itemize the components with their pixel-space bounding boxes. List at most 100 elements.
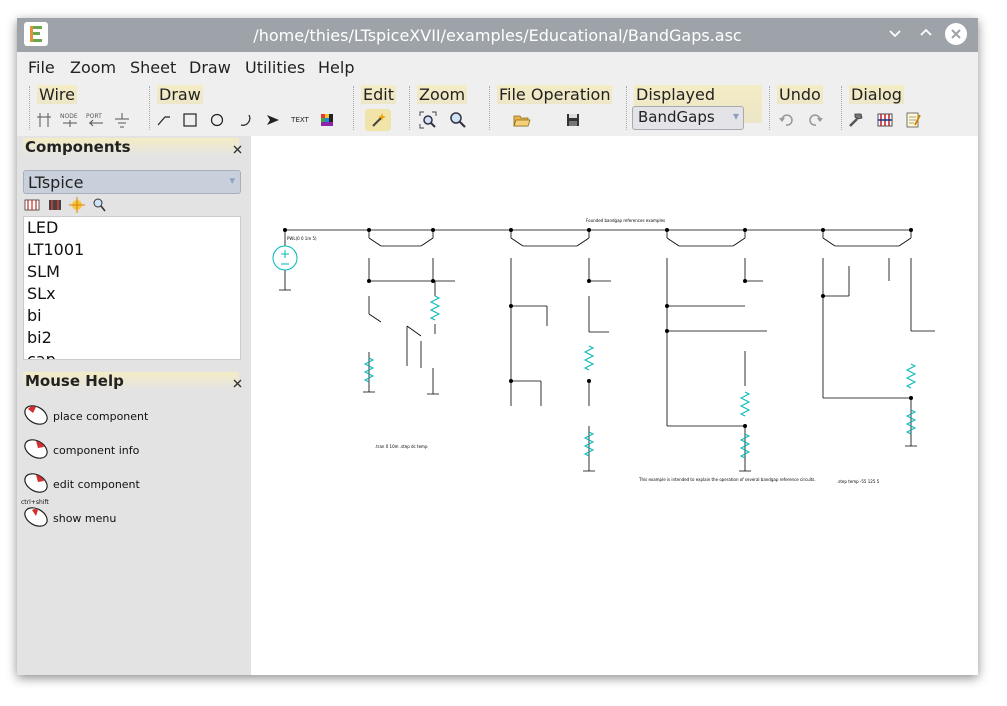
- draw-arrow-button[interactable]: [260, 109, 286, 131]
- draw-arc-button[interactable]: [232, 109, 258, 131]
- list-item[interactable]: SLM: [24, 261, 240, 283]
- mouse-left-click-icon: [24, 405, 48, 425]
- component-list[interactable]: LED LT1001 SLM SLx bi bi2 cap: [23, 216, 241, 360]
- open-folder-icon: [513, 115, 531, 127]
- arc-icon: [240, 114, 251, 126]
- resistor-r1: [363, 357, 375, 383]
- resistor-r2: [429, 295, 441, 321]
- component-library-icon[interactable]: [49, 200, 61, 210]
- menu-sheet[interactable]: Sheet: [130, 58, 176, 77]
- save-icon: [567, 114, 579, 126]
- sheet-select[interactable]: BandGaps ▾: [632, 106, 744, 130]
- simulation-directive-left: .tran 0 10m .step dc temp: [375, 444, 428, 449]
- resistor-r6: [739, 433, 751, 459]
- magic-wand-icon: [372, 113, 386, 127]
- component-dialog-button[interactable]: [872, 109, 898, 131]
- toolbar-group-undo: Undo: [767, 82, 831, 134]
- list-item[interactable]: cap: [24, 349, 240, 359]
- port-button[interactable]: PORT: [83, 109, 109, 131]
- search-component-icon[interactable]: [93, 198, 106, 212]
- toolbar-group-displayed-sheet: Displayed Sheet BandGaps ▾: [624, 82, 762, 134]
- component-icon: [877, 113, 893, 127]
- port-icon: PORT: [86, 113, 103, 127]
- magnifier-icon: [450, 112, 466, 128]
- resistor-r3: [583, 345, 595, 371]
- schematic-canvas[interactable]: Founded bandgap references examples PWL(…: [251, 136, 978, 675]
- minimize-button[interactable]: [883, 23, 907, 47]
- open-file-button[interactable]: [509, 109, 535, 131]
- toolbar-group-wire: Wire NODE PORT: [27, 82, 139, 134]
- toolbar-group-label: Undo: [777, 85, 823, 104]
- add-component-icon[interactable]: [24, 199, 40, 211]
- mouse-help-label: component info: [53, 444, 140, 457]
- toolbar-group-label: Wire: [37, 85, 77, 104]
- edit-wand-button[interactable]: [365, 109, 391, 131]
- save-file-button[interactable]: [560, 109, 586, 131]
- net-label-button[interactable]: NODE: [57, 109, 83, 131]
- hammer-icon: [849, 113, 863, 127]
- ground-button[interactable]: [109, 109, 135, 131]
- toolbar-group-label: File Operation: [497, 85, 613, 104]
- redo-button[interactable]: [803, 109, 829, 131]
- resistor-r5: [739, 391, 751, 417]
- dropdown-arrow-icon: ▾: [229, 174, 235, 187]
- mouse-help-panel-title: Mouse Help: [23, 372, 239, 390]
- mouse-ctrl-right-click-icon: ctrl+shift: [21, 473, 49, 506]
- menu-bar: File Zoom Sheet Draw Utilities Help: [17, 52, 978, 82]
- mouse-help-panel-close-button[interactable]: [233, 378, 242, 391]
- title-bar: /home/thies/LTspiceXVII/examples/Educati…: [17, 18, 978, 52]
- close-icon: [233, 145, 242, 154]
- list-item[interactable]: LT1001: [24, 239, 240, 261]
- components-panel-title: Components: [23, 138, 239, 156]
- draw-text-button[interactable]: TEXT: [287, 109, 313, 131]
- list-item[interactable]: bi: [24, 305, 240, 327]
- zoom-fit-button[interactable]: [415, 109, 441, 131]
- toolbar-handle[interactable]: [353, 86, 357, 130]
- schematic-drawing: Founded bandgap references examples PWL(…: [272, 218, 935, 484]
- toolbar-handle[interactable]: [626, 86, 630, 130]
- notepad-icon: [906, 112, 921, 128]
- close-button[interactable]: [945, 23, 967, 45]
- menu-utilities[interactable]: Utilities: [245, 58, 305, 77]
- resistor-r4: [583, 431, 595, 457]
- toolbar-handle[interactable]: [489, 86, 493, 130]
- components-panel-close-button[interactable]: [233, 144, 242, 157]
- color-button[interactable]: [314, 109, 340, 131]
- wire-button[interactable]: [31, 109, 57, 131]
- mouse-help-label: show menu: [53, 512, 117, 525]
- menu-help[interactable]: Help: [318, 58, 354, 77]
- dropdown-arrow-icon: ▾: [732, 109, 739, 123]
- close-icon: [951, 29, 961, 39]
- sparkle-component-icon[interactable]: [69, 197, 85, 213]
- list-item[interactable]: LED: [24, 217, 240, 239]
- menu-draw[interactable]: Draw: [189, 58, 231, 77]
- draw-rectangle-button[interactable]: [177, 109, 203, 131]
- mouse-help-label: edit component: [53, 478, 140, 491]
- mouse-help-label: place component: [53, 410, 149, 423]
- draw-circle-button[interactable]: [204, 109, 230, 131]
- undo-button[interactable]: [773, 109, 799, 131]
- toolbar-handle[interactable]: [409, 86, 413, 130]
- menu-zoom[interactable]: Zoom: [70, 58, 116, 77]
- zoom-in-button[interactable]: [445, 109, 471, 131]
- resistor-r8: [905, 409, 917, 435]
- list-item[interactable]: SLx: [24, 283, 240, 305]
- draw-line-button[interactable]: [151, 109, 177, 131]
- notes-dialog-button[interactable]: [900, 109, 926, 131]
- source-value-label: PWL(0 0 1m 5): [287, 236, 317, 241]
- palette-icon: [321, 114, 333, 126]
- menu-file[interactable]: File: [28, 58, 55, 77]
- mouse-help-item: component info: [21, 434, 139, 466]
- node-label-icon: NODE: [60, 113, 78, 127]
- rectangle-icon: [183, 113, 197, 127]
- svg-text:PORT: PORT: [86, 113, 102, 120]
- toolbar-group-label: Draw: [157, 85, 203, 104]
- list-item[interactable]: bi2: [24, 327, 240, 349]
- sidebar: Components LTspice ▾ LED LT1001 SLM SLx …: [17, 136, 251, 675]
- hammer-button[interactable]: [843, 109, 869, 131]
- toolbar-group-dialog: Dialog: [839, 82, 927, 134]
- arrow-icon: [267, 115, 279, 125]
- app-window: /home/thies/LTspiceXVII/examples/Educati…: [17, 18, 978, 675]
- maximize-button[interactable]: [914, 23, 938, 47]
- library-select[interactable]: LTspice ▾: [23, 170, 241, 194]
